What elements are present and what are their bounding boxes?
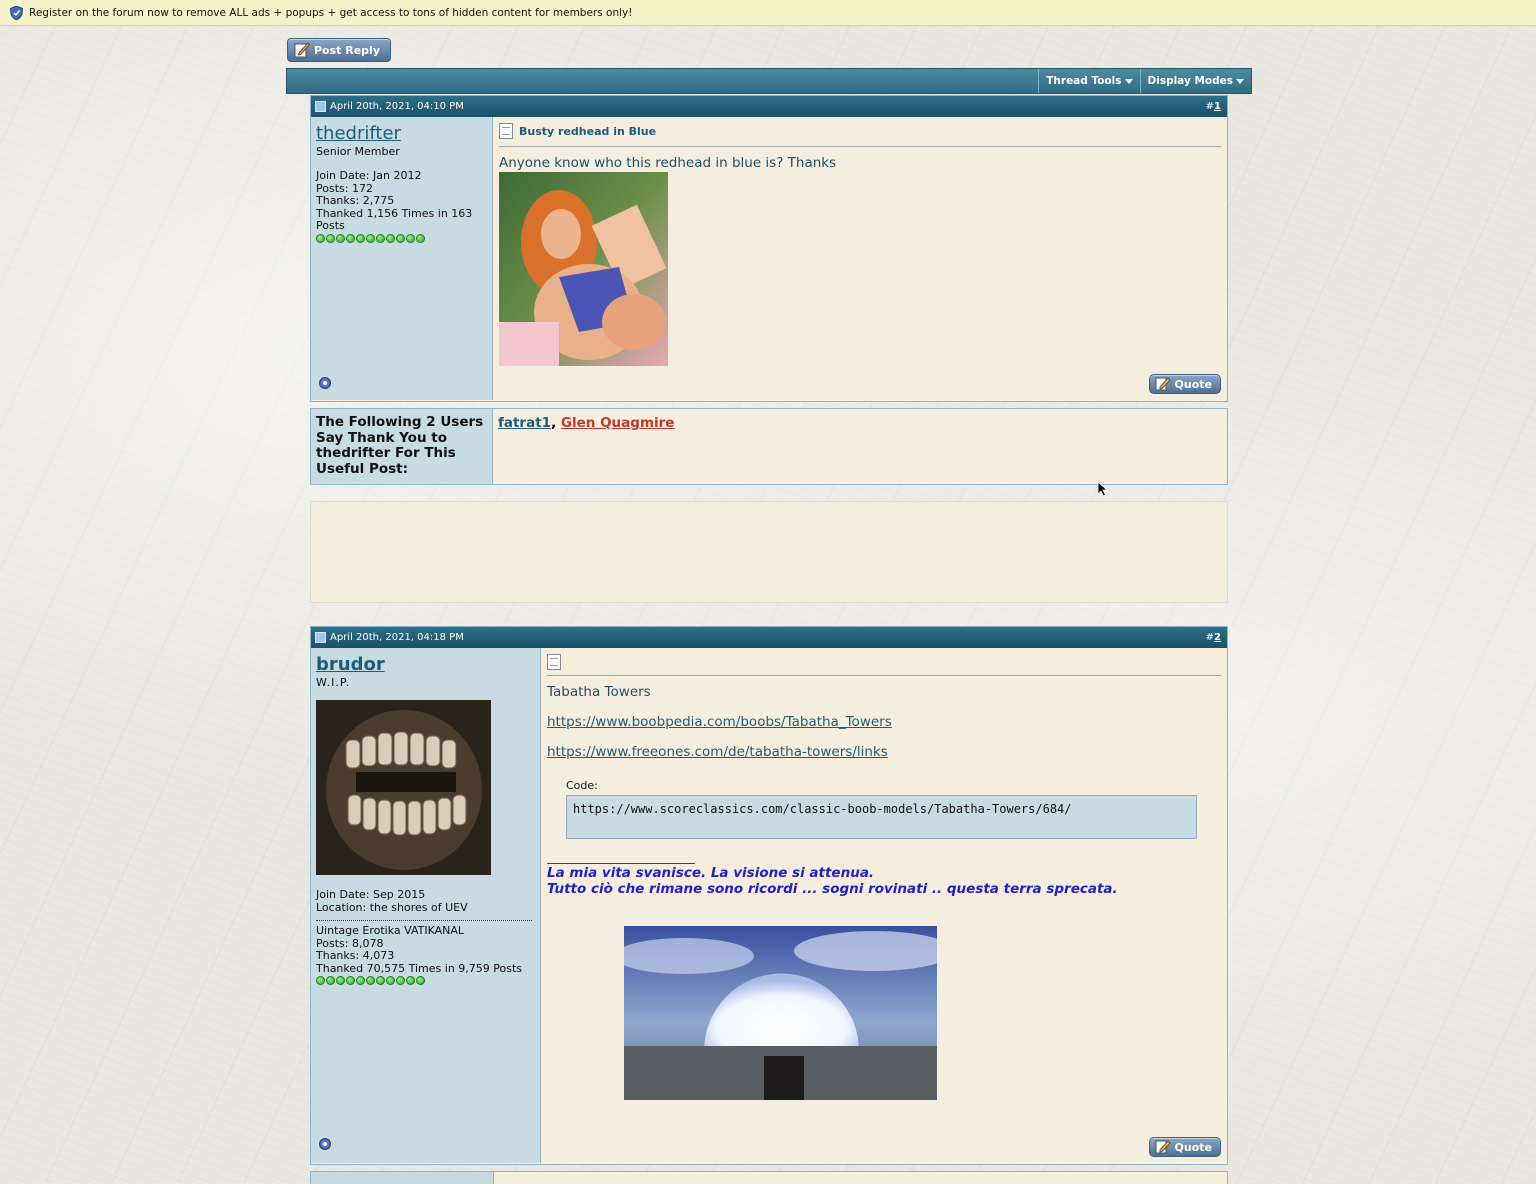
chevron-down-icon — [1236, 78, 1244, 84]
display-modes-menu[interactable]: Display Modes — [1139, 69, 1252, 93]
post-status-icon — [315, 101, 326, 112]
post-status-icon — [315, 632, 326, 643]
post-reply-button[interactable]: Post Reply — [287, 38, 391, 62]
divider — [316, 920, 532, 921]
join-date: Join Date: Jan 2012 — [316, 169, 422, 182]
post-content: Busty redhead in Blue Anyone know who th… — [493, 117, 1227, 400]
post-number-link[interactable]: 2 — [1214, 632, 1221, 643]
user-avatar[interactable] — [316, 700, 491, 875]
quote-icon — [1155, 377, 1171, 391]
external-link[interactable]: https://www.freeones.com/de/tabatha-towe… — [547, 744, 888, 760]
external-link[interactable]: https://www.boobpedia.com/boobs/Tabatha_… — [547, 714, 892, 730]
post-reply-icon — [294, 42, 310, 58]
thanks-box-partial — [310, 1171, 1228, 1184]
thread-toolbar: Thread Tools Display Modes — [286, 68, 1252, 94]
post-2: April 20th, 2021, 04:18 PM #2 brudor W.I… — [310, 626, 1228, 1165]
username-link[interactable]: thedrifter — [316, 123, 401, 144]
display-modes-label: Display Modes — [1147, 75, 1234, 87]
thanks-user-link[interactable]: fatrat1 — [498, 415, 551, 431]
post-date: April 20th, 2021, 04:18 PM — [330, 632, 464, 643]
post-number: #2 — [1205, 632, 1221, 643]
post-message: Tabatha Towers — [547, 684, 651, 700]
shield-icon — [10, 5, 23, 20]
user-location: Location: the shores of UEV — [316, 900, 468, 914]
thanks-count: Thanks: 4,073 — [316, 949, 395, 962]
user-extra-info: Uintage Erotika VATIKANAL — [316, 924, 465, 937]
thanked-count: Thanked 70,575 Times in 9,759 Posts — [316, 961, 523, 975]
register-notice-text: Register on the forum now to remove ALL … — [29, 6, 633, 19]
post-1: April 20th, 2021, 04:10 PM #1 thedrifter… — [310, 95, 1228, 402]
post-image[interactable] — [499, 172, 668, 366]
post-icon — [499, 123, 513, 139]
post-number-link[interactable]: 1 — [1214, 101, 1221, 112]
post-content: Tabatha Towers https://www.boobpedia.com… — [541, 648, 1227, 1163]
post-message: Anyone know who this redhead in blue is?… — [499, 155, 837, 171]
username-link[interactable]: brudor — [316, 654, 385, 675]
online-status-icon — [319, 1138, 331, 1150]
thanks-label: The Following 2 Users Say Thank You to t… — [311, 409, 493, 484]
thanks-user-link[interactable]: Glen Quagmire — [561, 415, 675, 431]
thanks-box: The Following 2 Users Say Thank You to t… — [310, 408, 1228, 485]
register-notice-bar[interactable]: Register on the forum now to remove ALL … — [0, 0, 1536, 26]
quote-label: Quote — [1174, 377, 1212, 391]
post-title: Busty redhead in Blue — [519, 124, 657, 138]
thanks-users: fatrat1, Glen Quagmire — [493, 409, 679, 484]
signature-line-2: Tutto ciò che rimane sono ricordi ... so… — [547, 881, 1118, 897]
code-label: Code: — [566, 779, 598, 792]
post-header: April 20th, 2021, 04:18 PM #2 — [311, 627, 1227, 648]
quote-label: Quote — [1174, 1140, 1212, 1154]
thanks-count: Thanks: 2,775 — [316, 194, 395, 207]
reputation-bar — [316, 233, 487, 243]
quote-button[interactable]: Quote — [1148, 374, 1221, 394]
reputation-bar — [316, 976, 535, 985]
thread-tools-menu[interactable]: Thread Tools — [1038, 69, 1139, 93]
user-info-pane: brudor W.I.P. Join Date: Sep 2015 Locati… — [311, 648, 541, 1163]
user-title: Senior Member — [316, 145, 400, 158]
advertisement-area — [310, 501, 1228, 603]
quote-icon — [1155, 1140, 1171, 1154]
user-title: W.I.P. — [316, 676, 351, 689]
chevron-down-icon — [1124, 78, 1133, 84]
post-date: April 20th, 2021, 04:10 PM — [330, 101, 464, 112]
quote-button[interactable]: Quote — [1148, 1137, 1221, 1157]
mouse-cursor-icon — [1097, 481, 1109, 497]
thanks-separator: , — [551, 415, 557, 431]
post-header: April 20th, 2021, 04:10 PM #1 — [311, 96, 1227, 117]
thread-tools-label: Thread Tools — [1046, 75, 1122, 87]
post-icon — [547, 654, 561, 670]
online-status-icon — [319, 377, 331, 389]
thanked-count: Thanked 1,156 Times in 163 Posts — [316, 206, 473, 232]
post-reply-label: Post Reply — [314, 43, 380, 57]
code-block[interactable]: https://www.scoreclassics.com/classic-bo… — [566, 795, 1197, 839]
join-date: Join Date: Sep 2015 — [316, 888, 426, 901]
user-info-pane: thedrifter Senior Member Join Date: Jan … — [311, 117, 493, 400]
post-number: #1 — [1205, 101, 1221, 112]
signature-image[interactable] — [624, 926, 937, 1100]
signature-line-1: La mia vita svanisce. La visione si atte… — [547, 865, 875, 881]
signature-divider — [547, 863, 695, 864]
